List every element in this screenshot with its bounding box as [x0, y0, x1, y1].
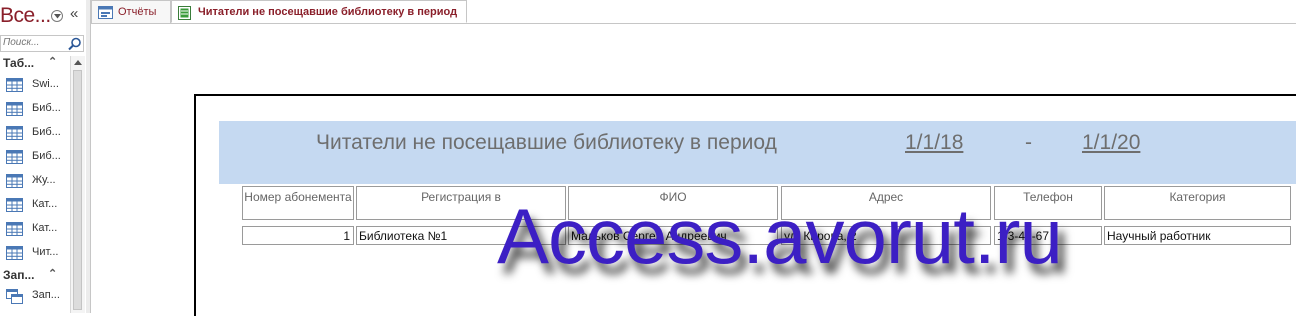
nav-item-label: Жу... [32, 174, 56, 186]
nav-group-label: Таб... [3, 56, 35, 70]
table-icon [6, 198, 23, 215]
column-header-card-number: Номер абонемента [242, 186, 354, 220]
nav-item-label: Кат... [32, 222, 58, 234]
date-from-field: 1/1/18 [905, 131, 964, 154]
nav-item-table[interactable]: Кат... [0, 194, 70, 218]
scrollbar-thumb[interactable] [73, 70, 82, 310]
report-header: Читатели не посещавшие библиотеку в пери… [219, 121, 1296, 184]
nav-object-list: Таб... ⌃ Swi... Биб... Биб... Биб... Жу.… [0, 54, 70, 313]
nav-item-table[interactable]: Swi... [0, 74, 70, 98]
nav-item-label: Биб... [32, 150, 61, 162]
nav-item-label: Кат... [32, 198, 58, 210]
nav-search-box [0, 35, 84, 52]
nav-item-label: Биб... [32, 102, 61, 114]
nav-item-table[interactable]: Кат... [0, 218, 70, 242]
nav-item-query[interactable]: Зап... [0, 285, 70, 309]
cell-card-number: 1 [242, 226, 354, 245]
nav-title[interactable]: Все... [0, 4, 51, 28]
tab-report-readers[interactable]: Читатели не посещавшие библиотеку в пери… [171, 0, 467, 23]
nav-group-label: Зап... [3, 268, 35, 282]
report-icon [178, 6, 191, 23]
cell-category: Научный работник [1104, 226, 1291, 245]
document-tab-bar: Отчёты Читатели не посещавшие библиотеку… [91, 0, 1296, 24]
collapse-group-icon[interactable]: ⌃ [48, 267, 57, 280]
nav-scrollbar[interactable] [70, 56, 85, 313]
table-icon [6, 150, 23, 167]
nav-header: Все... « [0, 0, 86, 34]
nav-item-table[interactable]: Биб... [0, 122, 70, 146]
date-to-field: 1/1/20 [1082, 131, 1141, 154]
nav-item-label: Зап... [32, 289, 60, 301]
table-icon [6, 102, 23, 119]
table-icon [6, 246, 23, 263]
nav-item-table[interactable]: Биб... [0, 98, 70, 122]
scroll-up-icon[interactable] [74, 60, 82, 65]
navigation-pane: Все... « Таб... ⌃ Swi... Биб... Биб... [0, 0, 87, 313]
nav-item-table[interactable]: Жу... [0, 170, 70, 194]
query-icon [6, 289, 23, 307]
tab-label: Читатели не посещавшие библиотеку в пери… [198, 6, 458, 18]
nav-item-table[interactable]: Биб... [0, 146, 70, 170]
date-separator: - [1025, 131, 1032, 154]
column-header-category: Категория [1104, 186, 1291, 220]
nav-item-label: Swi... [32, 78, 59, 90]
nav-item-table[interactable]: Чит... [0, 242, 70, 266]
nav-item-label: Биб... [32, 126, 61, 138]
search-input[interactable] [3, 37, 63, 48]
nav-group-tables[interactable]: Таб... ⌃ [0, 54, 70, 72]
form-icon [98, 6, 113, 22]
search-icon[interactable] [68, 37, 82, 56]
nav-item-label: Чит... [32, 246, 59, 258]
table-icon [6, 126, 23, 143]
report-title: Читатели не посещавшие библиотеку в пери… [316, 131, 777, 154]
collapse-group-icon[interactable]: ⌃ [48, 55, 57, 68]
nav-group-queries[interactable]: Зап... ⌃ [0, 266, 70, 284]
watermark-text: Access.avorut.ru [497, 192, 1063, 280]
table-icon [6, 174, 23, 191]
tab-label: Отчёты [118, 6, 157, 18]
tab-reports-form[interactable]: Отчёты [91, 0, 171, 23]
table-icon [6, 222, 23, 239]
table-icon [6, 78, 23, 95]
chevron-down-icon[interactable] [51, 10, 63, 22]
collapse-pane-icon[interactable]: « [70, 5, 78, 22]
